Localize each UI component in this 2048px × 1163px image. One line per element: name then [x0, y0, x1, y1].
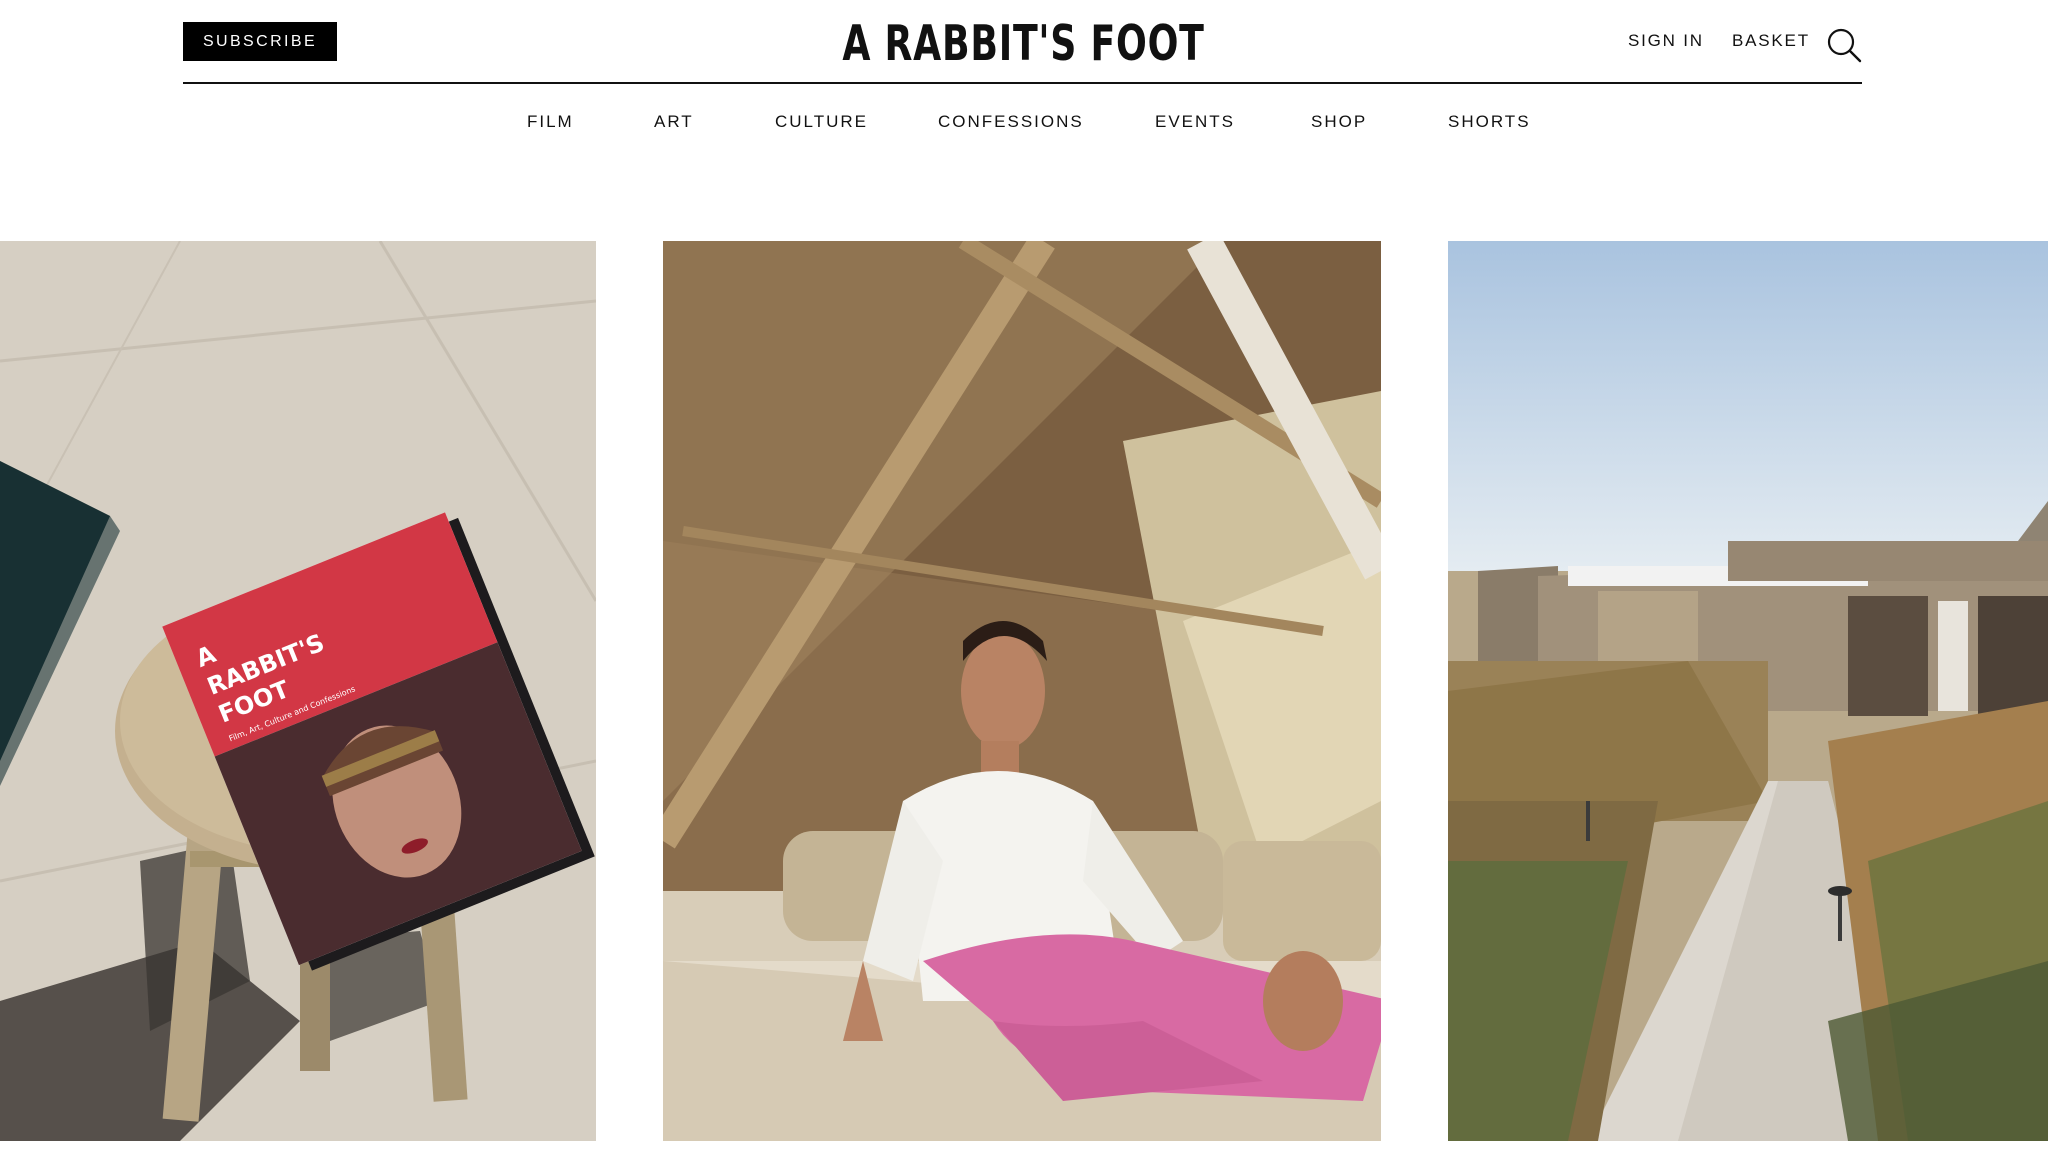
header-divider	[183, 82, 1862, 84]
nav-item-shop[interactable]: SHOP	[1311, 112, 1367, 132]
woman-canopy-photo	[663, 241, 1381, 1141]
basket-link[interactable]: BASKET	[1732, 31, 1810, 51]
sign-in-link[interactable]: SIGN IN	[1628, 31, 1704, 51]
nav-item-culture[interactable]: CULTURE	[775, 112, 868, 132]
site-header: SUBSCRIBE A RABBIT'S FOOT SIGN IN BASKET	[0, 0, 2048, 84]
nav-item-art[interactable]: ART	[654, 112, 694, 132]
nav-item-confessions[interactable]: CONFESSIONS	[938, 112, 1084, 132]
gallery-image-stone-house[interactable]	[1448, 241, 2048, 1141]
nav-item-shorts[interactable]: SHORTS	[1448, 112, 1531, 132]
site-logo[interactable]: A RABBIT'S FOOT	[266, 14, 1782, 74]
stone-house-photo	[1448, 241, 2048, 1141]
main-nav: FILM ART CULTURE CONFESSIONS EVENTS SHOP…	[0, 112, 2048, 142]
search-icon[interactable]	[1826, 27, 1862, 63]
gallery-image-magazine-stool[interactable]: A RABBIT'S FOOT Film, Art, Culture and C…	[0, 241, 596, 1141]
gallery-image-woman-canopy[interactable]	[663, 241, 1381, 1141]
nav-item-film[interactable]: FILM	[527, 112, 574, 132]
nav-item-events[interactable]: EVENTS	[1155, 112, 1235, 132]
magazine-stool-photo: A RABBIT'S FOOT Film, Art, Culture and C…	[0, 241, 596, 1141]
